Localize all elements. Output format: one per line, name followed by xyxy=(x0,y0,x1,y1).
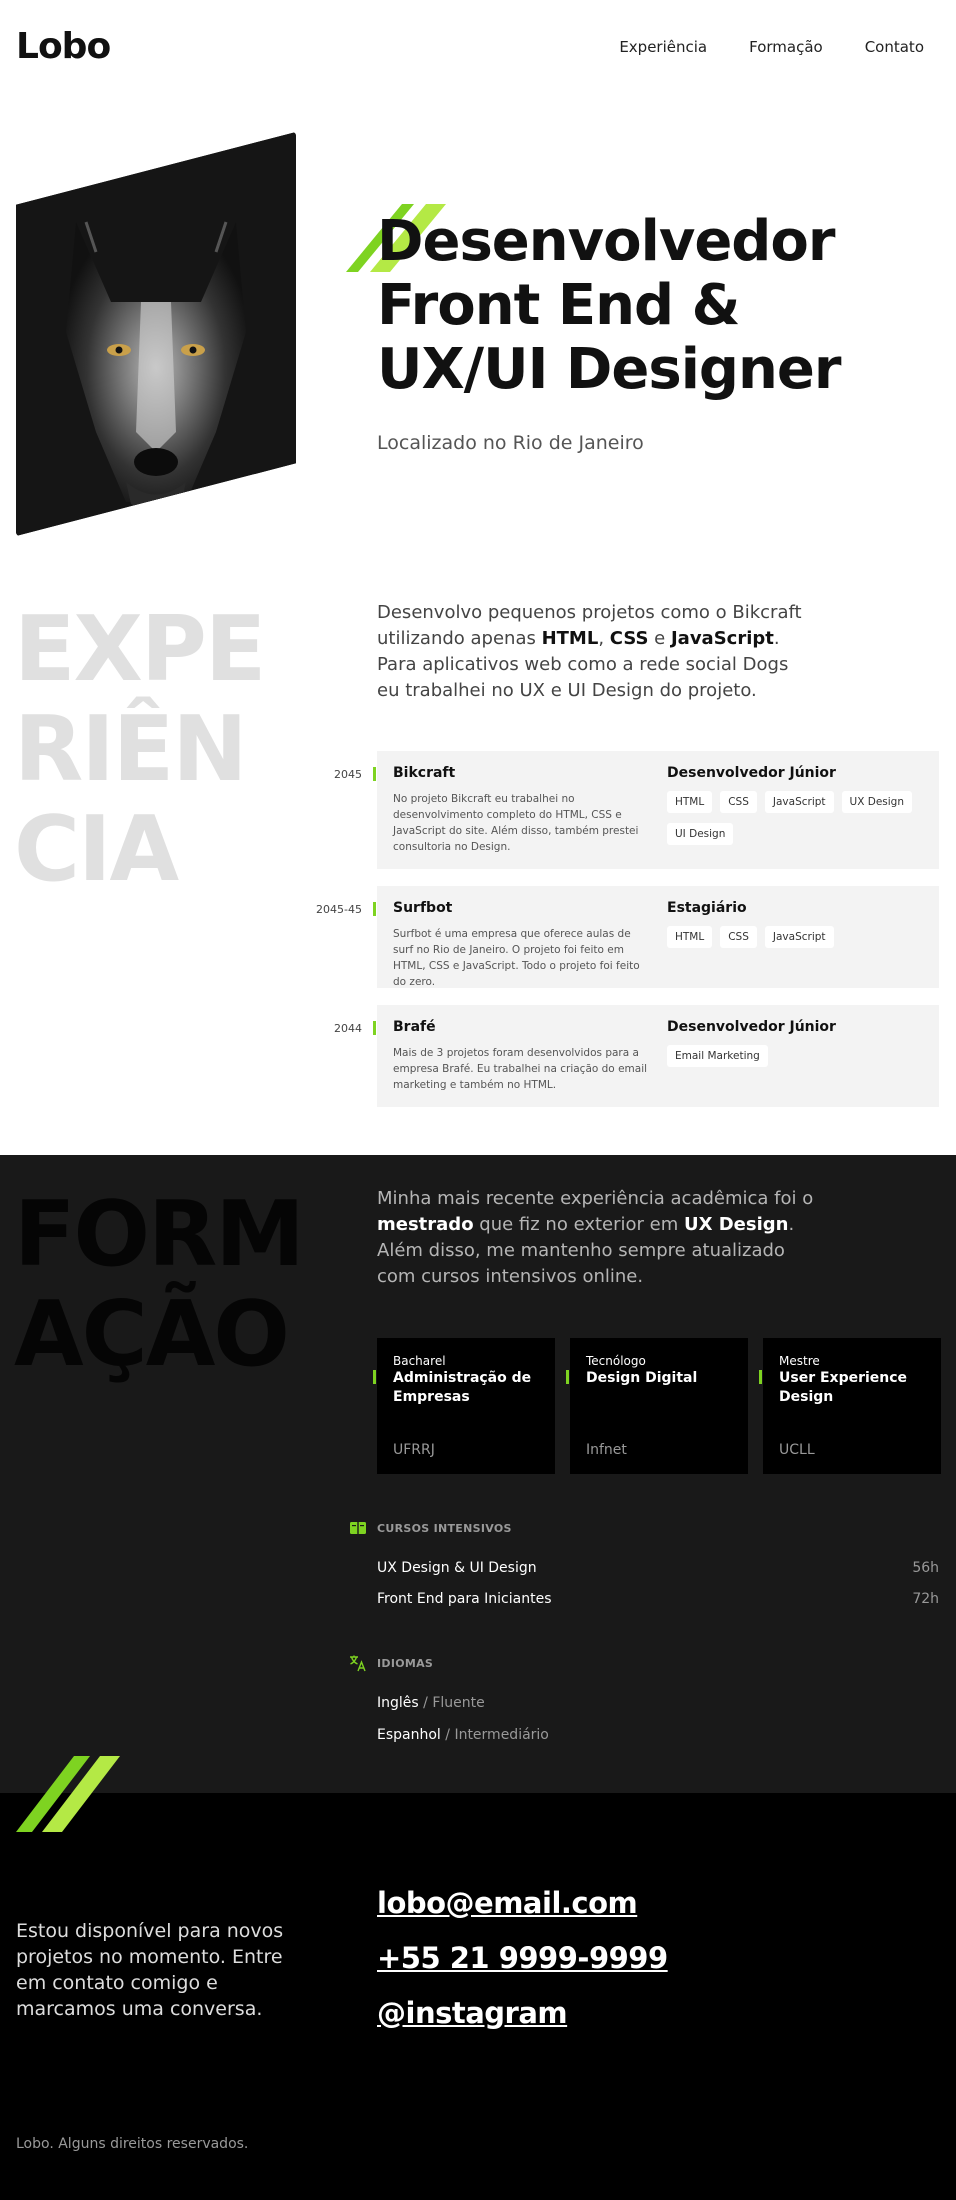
degree-name: User Experience Design xyxy=(779,1370,908,1405)
language-name: Espanhol xyxy=(377,1727,441,1743)
card-accent-bar xyxy=(759,1370,762,1384)
intro-text: , xyxy=(598,628,610,649)
contact-phone-link[interactable]: +55 21 9999-9999 xyxy=(377,1941,668,1975)
language-separator: / xyxy=(440,1727,455,1743)
degree-institution: Infnet xyxy=(586,1442,627,1458)
language-level: Intermediário xyxy=(454,1727,549,1743)
education-big-heading: FORM AÇÃO xyxy=(14,1182,305,1387)
wolf-illustration xyxy=(16,132,296,536)
intro-highlight-mestrado: mestrado xyxy=(377,1214,474,1235)
intro-text: e xyxy=(648,628,671,649)
course-hours: 72h xyxy=(912,1591,939,1607)
degree-type: Mestre xyxy=(779,1354,820,1368)
tech-tag: JavaScript xyxy=(764,926,834,948)
tech-tag: HTML xyxy=(667,926,713,948)
translate-icon xyxy=(350,1655,366,1672)
experience-heading-line-1: EXPE xyxy=(14,597,266,702)
card-accent-bar xyxy=(373,1370,376,1384)
accent-stripes-decoration xyxy=(16,1756,120,1832)
site-logo[interactable]: Lobo xyxy=(16,26,111,67)
experience-role: Desenvolvedor Júnior xyxy=(667,1019,836,1035)
education-card-mestre: Mestre User Experience Design UCLL xyxy=(759,1338,941,1474)
tech-tag: CSS xyxy=(720,926,757,948)
hero-title: Desenvolvedor Front End & UX/UI Designer xyxy=(377,210,937,402)
intro-highlight-css: CSS xyxy=(609,628,649,649)
experience-heading-line-3: CIA xyxy=(14,797,179,902)
hero-wolf-image xyxy=(16,132,296,536)
nav-link-experiencia[interactable]: Experiência xyxy=(619,38,707,56)
experience-heading-line-2: RIÊN xyxy=(14,697,248,802)
experience-tags: Email Marketing xyxy=(667,1045,917,1067)
hero-title-line-3: UX/UI Designer xyxy=(377,337,841,402)
course-name: Front End para Iniciantes xyxy=(377,1591,552,1607)
experience-tags: HTML CSS JavaScript UX Design UI Design xyxy=(667,791,917,845)
hero-location: Localizado no Rio de Janeiro xyxy=(377,432,644,454)
experience-company: Surfbot xyxy=(393,900,453,916)
experience-intro: Desenvolvo pequenos projetos como o Bikc… xyxy=(377,600,807,704)
experience-company: Bikcraft xyxy=(393,765,456,781)
experience-accent-bar xyxy=(373,1021,376,1035)
experience-item-surfbot: Surfbot Surfbot é uma empresa que oferec… xyxy=(373,886,939,988)
contact-availability-text: Estou disponível para novos projetos no … xyxy=(16,1920,284,2020)
experience-role: Desenvolvedor Júnior xyxy=(667,765,836,781)
hero-title-line-2: Front End & xyxy=(377,273,740,338)
language-separator: / xyxy=(418,1695,433,1711)
degree-institution: UCLL xyxy=(779,1442,815,1458)
education-card-bacharel: Bacharel Administração de Empresas UFRRJ xyxy=(373,1338,555,1474)
degree-institution: UFRRJ xyxy=(393,1442,435,1458)
footer-copyright: Lobo. Alguns direitos reservados. xyxy=(16,2136,249,2152)
tech-tag: CSS xyxy=(720,791,757,813)
language-name: Inglês xyxy=(377,1695,419,1711)
card-accent-bar xyxy=(566,1370,569,1384)
experience-accent-bar xyxy=(373,767,376,781)
language-row: Inglês / Fluente xyxy=(377,1695,485,1711)
experience-year: 2044 xyxy=(334,1022,362,1035)
experience-role: Estagiário xyxy=(667,900,747,916)
experience-tags: HTML CSS JavaScript xyxy=(667,926,917,948)
contact-instagram-link[interactable]: @instagram xyxy=(377,1996,568,2030)
education-card-tecnologo: Tecnólogo Design Digital Infnet xyxy=(566,1338,748,1474)
experience-year: 2045-45 xyxy=(316,903,362,916)
experience-company: Brafé xyxy=(393,1019,436,1035)
nav-link-formacao[interactable]: Formação xyxy=(749,38,823,56)
experience-big-heading: EXPE RIÊN CIA xyxy=(14,597,266,902)
degree-type: Bacharel xyxy=(393,1354,446,1368)
course-hours: 56h xyxy=(912,1560,939,1576)
experience-accent-bar xyxy=(373,902,376,916)
degree-name: Administração de Empresas xyxy=(393,1370,532,1405)
experience-item-brafe: Brafé Mais de 3 projetos foram desenvolv… xyxy=(373,1005,939,1107)
tech-tag: Email Marketing xyxy=(667,1045,768,1067)
experience-item-bikcraft: Bikcraft No projeto Bikcraft eu trabalhe… xyxy=(373,751,939,869)
experience-description: No projeto Bikcraft eu trabalhei no dese… xyxy=(393,793,639,853)
intro-text: Minha mais recente experiência acadêmica… xyxy=(377,1188,814,1209)
language-level: Fluente xyxy=(432,1695,485,1711)
education-intro: Minha mais recente experiência acadêmica… xyxy=(377,1186,817,1290)
experience-description: Mais de 3 projetos foram desenvolvidos p… xyxy=(393,1047,648,1091)
contact-email-link[interactable]: lobo@email.com xyxy=(377,1886,638,1920)
experience-description: Surfbot é uma empresa que oferece aulas … xyxy=(393,928,640,988)
courses-title: CURSOS INTENSIVOS xyxy=(377,1522,512,1535)
site-header: Lobo Experiência Formação Contato xyxy=(0,0,956,100)
tech-tag: JavaScript xyxy=(764,791,834,813)
education-heading-line-2: AÇÃO xyxy=(14,1282,290,1387)
intro-highlight-html: HTML xyxy=(541,628,599,649)
education-heading-line-1: FORM xyxy=(14,1182,305,1287)
tech-tag: UI Design xyxy=(667,823,734,845)
tech-tag: HTML xyxy=(667,791,713,813)
intro-highlight-ux-design: UX Design xyxy=(683,1214,789,1235)
course-name: UX Design & UI Design xyxy=(377,1560,537,1576)
degree-name: Design Digital xyxy=(586,1370,698,1386)
intro-text: que fiz no exterior em xyxy=(473,1214,684,1235)
experience-year: 2045 xyxy=(334,768,362,781)
book-icon xyxy=(350,1522,366,1534)
intro-highlight-javascript: JavaScript xyxy=(670,628,774,649)
hero-title-line-1: Desenvolvedor xyxy=(377,209,835,274)
degree-type: Tecnólogo xyxy=(586,1354,646,1368)
tech-tag: UX Design xyxy=(841,791,912,813)
languages-title: IDIOMAS xyxy=(377,1657,434,1670)
language-row: Espanhol / Intermediário xyxy=(377,1727,549,1743)
main-nav: Experiência Formação Contato xyxy=(619,38,924,56)
nav-link-contato[interactable]: Contato xyxy=(865,38,924,56)
